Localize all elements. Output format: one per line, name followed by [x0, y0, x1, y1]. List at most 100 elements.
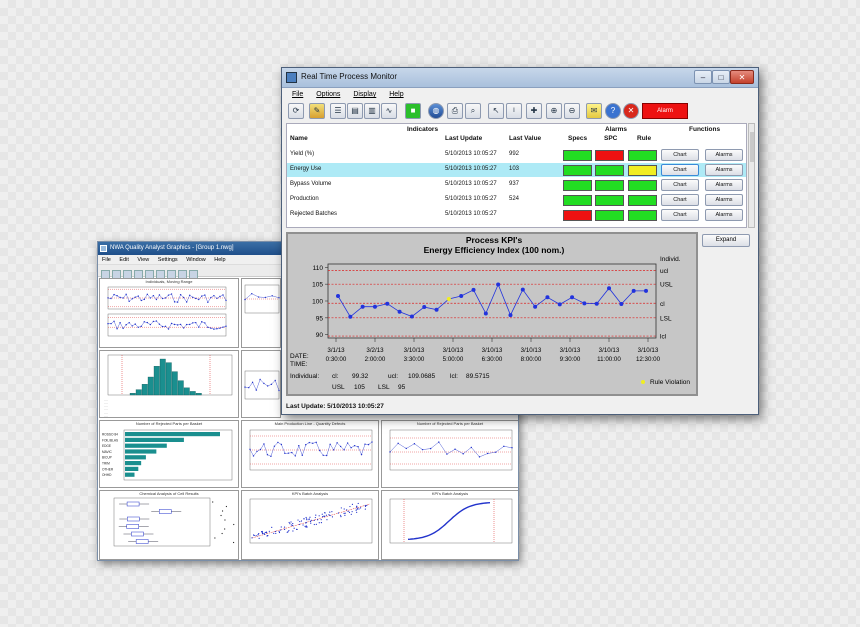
alarms-button[interactable]: Alarms — [705, 179, 743, 191]
qa-menu-view[interactable]: View — [137, 257, 149, 263]
columns-icon[interactable]: ▥ — [364, 103, 380, 119]
mini-chart-probability[interactable]: KPI's Batch Analysis — [381, 490, 518, 560]
mini-scatter-point — [300, 520, 303, 522]
trend-icon[interactable]: ∿ — [381, 103, 397, 119]
mini-scatter-point — [314, 516, 316, 519]
stats-lcl-value: 89.5715 — [466, 373, 490, 380]
mini-scatter-point — [309, 516, 311, 518]
mini-chart-rejected[interactable]: Number of Rejected Parts per Basket — [381, 420, 518, 488]
mini-scatter-point — [310, 519, 312, 521]
menu-file[interactable]: File — [292, 91, 303, 98]
mini-scatter-point — [321, 513, 323, 515]
menu-display[interactable]: Display — [353, 91, 376, 98]
preview-icon[interactable]: ⌕ — [465, 103, 481, 119]
zoom-in-icon[interactable]: ⊕ — [546, 103, 562, 119]
mini-scatter-point — [343, 512, 345, 515]
alarm-indicator[interactable]: Alarm — [642, 103, 688, 119]
comment-icon[interactable]: ✉ — [586, 103, 602, 119]
table-row[interactable]: Bypass Volume 5/10/2013 10:05:27 937 Cha… — [287, 178, 746, 192]
alarms-button[interactable]: Alarms — [705, 164, 743, 176]
mini-scatter-point — [271, 526, 273, 528]
refresh-icon[interactable]: ⟳ — [288, 103, 304, 119]
table-scrollbar[interactable] — [748, 123, 755, 228]
close-button[interactable]: ✕ — [730, 70, 754, 84]
chart-button[interactable]: Chart — [661, 164, 699, 176]
x-tick-date: 3/2/13 — [366, 347, 384, 354]
qa-menu-edit[interactable]: Edit — [119, 257, 128, 263]
mini-chart-side[interactable] — [241, 278, 281, 348]
globe-icon[interactable]: ◍ — [428, 103, 444, 119]
mini-scatter-point — [268, 530, 270, 532]
mini-chart-histogram[interactable]: ···· ···· ···· ···· ···· ···· — [99, 350, 239, 418]
table-row[interactable]: Rejected Batches 5/10/2013 10:05:27 Char… — [287, 208, 746, 222]
mini-chart-trend[interactable] — [241, 350, 281, 418]
process-kpi-chart[interactable]: Process KPI's Energy Efficiency Index (10… — [286, 232, 698, 396]
alarms-button[interactable]: Alarms — [705, 149, 743, 161]
expand-button[interactable]: Expand — [702, 234, 750, 247]
table-row[interactable]: Yield (%) 5/10/2013 10:05:27 992 Chart A… — [287, 148, 746, 162]
header-alarms: Alarms — [605, 126, 628, 133]
chart-button[interactable]: Chart — [661, 209, 699, 221]
mini-scatter-point — [251, 537, 253, 539]
x-tick-date: 3/10/13 — [599, 347, 620, 354]
mini-probability-plot — [389, 498, 513, 544]
mini-scatter-point — [306, 526, 308, 528]
qa-menu-help[interactable]: Help — [214, 257, 225, 263]
mini-pareto-bar — [125, 466, 139, 471]
qa-menu-settings[interactable]: Settings — [158, 257, 178, 263]
scrollbar-thumb[interactable] — [750, 132, 754, 162]
minimize-button[interactable]: – — [694, 70, 712, 84]
mini-scatter-point — [302, 524, 304, 526]
stop-icon[interactable]: ■ — [405, 103, 421, 119]
pointer-icon[interactable]: ↖ — [488, 103, 504, 119]
x-tick-time: 12:30:00 — [636, 356, 661, 363]
mini-scatter-point — [323, 515, 326, 517]
table-row-selected[interactable]: Energy Use 5/10/2013 10:05:27 103 Chart … — [287, 163, 746, 177]
mini-scatter-point — [340, 516, 342, 518]
list-icon[interactable]: ▤ — [347, 103, 363, 119]
zoom-out-icon[interactable]: ⊖ — [564, 103, 580, 119]
mini-chart-boxplot[interactable]: Chemical Analysis of Cell Results — [99, 490, 239, 560]
mini-scatter-point — [306, 519, 308, 521]
mini-scatter-point — [258, 537, 260, 539]
maximize-button[interactable]: □ — [712, 70, 730, 84]
menu-options[interactable]: Options — [316, 91, 340, 98]
mini-scatter-point — [280, 526, 282, 528]
mini-chart-scatter[interactable]: KPI's Batch Analysis — [241, 490, 379, 560]
point-marker-icon[interactable]: ✚ — [526, 103, 542, 119]
text-cursor-icon[interactable]: I — [506, 103, 522, 119]
qa-menu-file[interactable]: File — [102, 257, 111, 263]
mini-scatter-point — [344, 512, 346, 514]
menu-help[interactable]: Help — [389, 91, 403, 98]
print-icon[interactable]: ⎙ — [447, 103, 463, 119]
indicator-last-update: 5/10/2013 10:05:27 — [445, 211, 497, 217]
mini-chart-pareto[interactable]: Number of Rejected Parts per Basket ROSS… — [99, 420, 239, 488]
x-tick-time: 5:00:00 — [443, 356, 464, 363]
mini-scatter-point — [303, 518, 305, 520]
time-axis-label: TIME: — [290, 361, 308, 368]
legend-violation-marker — [641, 380, 645, 384]
exit-icon[interactable]: ✕ — [623, 103, 639, 119]
table-icon[interactable]: ☰ — [330, 103, 346, 119]
mini-chart-defects[interactable]: Main Production Line - Quantity Defects — [241, 420, 379, 488]
titlebar[interactable]: Real Time Process Monitor – □ ✕ — [282, 68, 758, 88]
mini-scatter-point — [290, 524, 292, 526]
table-row[interactable]: Production 5/10/2013 10:05:27 524 Chart … — [287, 193, 746, 207]
y-tick-label: 90 — [316, 332, 324, 339]
chart-button[interactable]: Chart — [661, 179, 699, 191]
mini-scatter-point — [366, 504, 368, 507]
specs-status-light — [563, 210, 592, 221]
chart-edit-icon[interactable]: ✎ — [309, 103, 325, 119]
qa-menu-window[interactable]: Window — [186, 257, 206, 263]
stats-lcl-label: lcl: — [450, 373, 458, 380]
alarms-button[interactable]: Alarms — [705, 209, 743, 221]
y-tick-label: 105 — [312, 282, 323, 289]
mini-chart-imr[interactable]: Individuals, Moving Range — [99, 278, 239, 348]
chart-button[interactable]: Chart — [661, 149, 699, 161]
data-point — [594, 301, 599, 306]
specs-status-light — [563, 150, 592, 161]
alarms-button[interactable]: Alarms — [705, 194, 743, 206]
mini-scatter-point — [258, 533, 260, 535]
help-icon[interactable]: ? — [605, 103, 621, 119]
chart-button[interactable]: Chart — [661, 194, 699, 206]
